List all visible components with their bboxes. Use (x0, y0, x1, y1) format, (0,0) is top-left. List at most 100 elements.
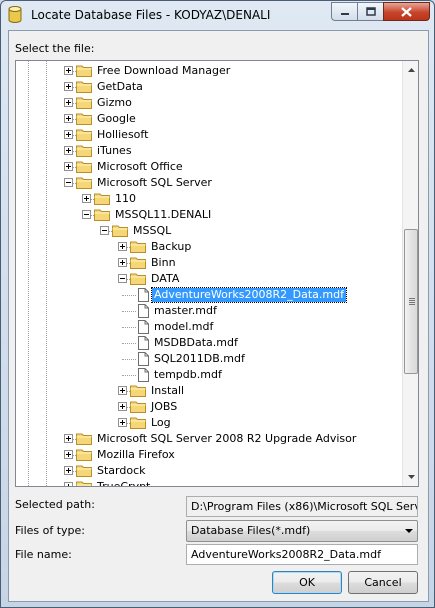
collapse-icon[interactable] (100, 226, 109, 235)
dialog-window: Locate Database Files - KODYAZ\DENALI Se… (0, 0, 435, 608)
expand-icon[interactable] (64, 130, 73, 139)
scroll-up-arrow-icon (407, 67, 415, 72)
scroll-down-button[interactable] (403, 468, 418, 485)
expand-icon[interactable] (64, 114, 73, 123)
tree-item-label: DATA (151, 272, 180, 285)
cancel-button[interactable]: Cancel (348, 571, 418, 594)
file-name-input[interactable]: AdventureWorks2008R2_Data.mdf (186, 544, 418, 565)
folder-icon (76, 449, 92, 461)
folder-icon (76, 113, 92, 125)
document-icon (138, 352, 149, 366)
minimize-button[interactable] (331, 2, 358, 21)
tree-file-item[interactable]: MSDBData.mdf (16, 335, 402, 351)
expand-icon[interactable] (64, 450, 73, 459)
ok-button[interactable]: OK (272, 571, 342, 594)
expand-icon[interactable] (64, 466, 73, 475)
tree-folder-item[interactable]: Stardock (16, 463, 402, 479)
tree-file-item[interactable]: SQL2011DB.mdf (16, 351, 402, 367)
tree-file-item[interactable]: AdventureWorks2008R2_Data.mdf (16, 287, 402, 303)
folder-icon (130, 273, 146, 285)
tree-folder-item[interactable]: Google (16, 111, 402, 127)
folder-icon (94, 193, 110, 205)
close-button[interactable] (383, 2, 430, 21)
files-of-type-value: Database Files(*.mdf) (191, 524, 311, 537)
tree-folder-item[interactable]: MSSQL (16, 223, 402, 239)
tree-folder-item[interactable]: JOBS (16, 399, 402, 415)
dialog-client-area: Select the file: Free Download Manager Ge… (8, 30, 429, 602)
tree-connector (122, 311, 136, 312)
selected-path-field[interactable]: D:\Program Files (x86)\Microsoft SQL Ser… (186, 496, 418, 517)
expand-icon[interactable] (64, 482, 73, 486)
tree-folder-item[interactable]: DATA (16, 271, 402, 287)
file-name-label: File name: (15, 548, 72, 561)
tree-folder-item[interactable]: Microsoft SQL Server 2008 R2 Upgrade Adv… (16, 431, 402, 447)
scroll-down-arrow-icon (407, 474, 415, 479)
tree-vertical-scrollbar[interactable] (402, 61, 418, 486)
tree-item-label: Gizmo (97, 96, 132, 109)
tree-folder-item[interactable]: Backup (16, 239, 402, 255)
document-icon (138, 320, 149, 334)
tree-folder-item[interactable]: Install (16, 383, 402, 399)
tree-folder-item[interactable]: Microsoft SQL Server (16, 175, 402, 191)
tree-connector (122, 327, 136, 328)
tree-item-label: Binn (151, 256, 176, 269)
tree-folder-item[interactable]: Log (16, 415, 402, 431)
tree-folder-item[interactable]: Microsoft Office (16, 159, 402, 175)
tree-file-item[interactable]: master.mdf (16, 303, 402, 319)
document-icon (138, 336, 149, 350)
expand-icon[interactable] (64, 162, 73, 171)
tree-item-label: JOBS (151, 400, 178, 413)
expand-icon[interactable] (118, 402, 127, 411)
expand-icon[interactable] (64, 146, 73, 155)
document-icon (138, 288, 149, 302)
title-bar[interactable]: Locate Database Files - KODYAZ\DENALI (1, 1, 434, 29)
tree-connector (122, 359, 136, 360)
expand-icon[interactable] (118, 418, 127, 427)
tree-folder-item[interactable]: GetData (16, 79, 402, 95)
tree-item-label: MSSQL (133, 224, 172, 237)
expand-icon[interactable] (118, 242, 127, 251)
scroll-thumb[interactable] (404, 229, 418, 374)
tree-item-label: Microsoft SQL Server 2008 R2 Upgrade Adv… (97, 432, 357, 445)
tree-folder-item[interactable]: Holliesoft (16, 127, 402, 143)
select-file-label: Select the file: (15, 42, 95, 55)
tree-file-item[interactable]: model.mdf (16, 319, 402, 335)
folder-icon (76, 433, 92, 445)
tree-folder-item[interactable]: Gizmo (16, 95, 402, 111)
expand-icon[interactable] (118, 258, 127, 267)
tree-item-label: 110 (115, 192, 136, 205)
folder-icon (76, 129, 92, 141)
scroll-up-button[interactable] (403, 61, 418, 78)
file-tree[interactable]: Free Download Manager GetData Gizmo Google H… (15, 60, 419, 487)
collapse-icon[interactable] (118, 274, 127, 283)
folder-icon (76, 65, 92, 77)
folder-icon (76, 465, 92, 477)
tree-folder-item[interactable]: Binn (16, 255, 402, 271)
folder-icon (76, 81, 92, 93)
tree-folder-item[interactable]: 110 (16, 191, 402, 207)
tree-folder-item[interactable]: MSSQL11.DENALI (16, 207, 402, 223)
tree-item-label: MSDBData.mdf (154, 336, 238, 349)
tree-folder-item[interactable]: TrueCrypt (16, 479, 402, 486)
expand-icon[interactable] (64, 82, 73, 91)
expand-icon[interactable] (118, 386, 127, 395)
tree-file-item[interactable]: tempdb.mdf (16, 367, 402, 383)
files-of-type-select[interactable]: Database Files(*.mdf) (186, 520, 418, 542)
tree-item-label: Stardock (97, 464, 146, 477)
expand-icon[interactable] (64, 434, 73, 443)
tree-item-label: Install (151, 384, 185, 397)
tree-folder-item[interactable]: Free Download Manager (16, 63, 402, 79)
tree-item-label: iTunes (97, 144, 132, 157)
expand-icon[interactable] (64, 98, 73, 107)
expand-icon[interactable] (82, 194, 91, 203)
expand-icon[interactable] (64, 66, 73, 75)
maximize-button[interactable] (357, 2, 384, 21)
document-icon (138, 304, 149, 318)
tree-item-label: Microsoft SQL Server (97, 176, 212, 189)
tree-folder-item[interactable]: iTunes (16, 143, 402, 159)
collapse-icon[interactable] (64, 178, 73, 187)
selected-path-label: Selected path: (15, 498, 95, 511)
tree-folder-item[interactable]: Mozilla Firefox (16, 447, 402, 463)
folder-icon (130, 241, 146, 253)
collapse-icon[interactable] (82, 210, 91, 219)
